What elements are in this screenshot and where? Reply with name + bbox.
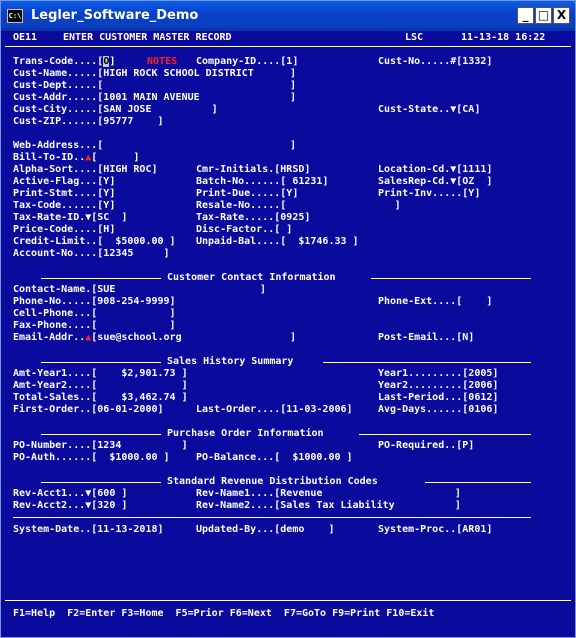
print-stmt-field[interactable]: Print-Stmt....[Y]	[13, 188, 115, 200]
rev-name1-field[interactable]: Rev-Name1....[Revenue ]	[196, 488, 461, 500]
revenue-section-title: Standard Revenue Distribution Codes	[167, 476, 378, 487]
amt-year2-field[interactable]: Amt-Year2....[ ]	[13, 380, 188, 392]
header-divider	[5, 46, 571, 47]
system-proc-field[interactable]: System-Proc..[AR01]	[378, 524, 492, 536]
active-flag-field[interactable]: Active-Flag...[Y]	[13, 176, 115, 188]
contact-section-title: Customer Contact Information	[167, 272, 336, 283]
phone-no-field[interactable]: Phone-No.....[908-254-9999]	[13, 296, 176, 308]
section-divider	[371, 278, 531, 279]
contact-name-field[interactable]: Contact-Name.[SUE ]	[13, 284, 266, 296]
section-divider	[323, 362, 531, 363]
user-code: LSC	[405, 32, 424, 43]
tax-code-field[interactable]: Tax-Code......[Y]	[13, 200, 115, 212]
po-required-field[interactable]: PO-Required..[P]	[378, 440, 474, 452]
rev-acct2-field[interactable]: Rev-Acct2...▼[320 ]	[13, 500, 127, 512]
po-auth-field[interactable]: PO-Auth......[ $1000.00 ]	[13, 452, 170, 464]
footer-divider	[5, 600, 571, 601]
account-no-field[interactable]: Account-No....[12345 ]	[13, 248, 170, 260]
function-key-bar[interactable]: F1=Help F2=Enter F3=Home F5=Prior F6=Nex…	[13, 608, 434, 620]
maximize-button[interactable]: □	[535, 7, 552, 24]
amt-year1-field[interactable]: Amt-Year1....[ $2,901.73 ]	[13, 368, 188, 380]
phone-ext-field[interactable]: Phone-Ext....[ ]	[378, 296, 492, 308]
section-divider	[359, 434, 531, 435]
last-period-field[interactable]: Last-Period...[0612]	[378, 392, 498, 404]
cust-no-field[interactable]: Cust-No.....#[1332]	[378, 56, 492, 68]
window-title: Legler_Software_Demo	[31, 8, 199, 23]
minimize-button[interactable]: _	[517, 7, 534, 24]
trans-code-row: Trans-Code....[O]	[13, 56, 115, 68]
location-cd-field[interactable]: Location-Cd.▼[1111]	[378, 164, 492, 176]
po-balance-field[interactable]: PO-Balance...[ $1000.00 ]	[196, 452, 353, 464]
first-order-field[interactable]: First-Order..[06-01-2000]	[13, 404, 164, 416]
web-address-field[interactable]: Web-Address...[ ]	[13, 140, 296, 152]
year1-field[interactable]: Year1.........[2005]	[378, 368, 498, 380]
section-divider	[41, 482, 161, 483]
close-button[interactable]: X	[553, 7, 570, 24]
credit-limit-field[interactable]: Credit-Limit..[ $5000.00 ]	[13, 236, 176, 248]
console-icon[interactable]: C:\	[7, 9, 23, 23]
disc-factor-field[interactable]: Disc-Factor..[ ]	[196, 224, 292, 236]
notes-indicator[interactable]: NOTES	[147, 56, 177, 68]
batch-no-field[interactable]: Batch-No......[ 61231]	[196, 176, 328, 188]
application-window: C:\ Legler_Software_Demo _ □ X OE11 ENTE…	[0, 0, 576, 638]
total-sales-field[interactable]: Total-Sales..[ $3,462.74 ]	[13, 392, 188, 404]
cust-city-field[interactable]: Cust-City.....[SAN JOSE ]	[13, 104, 218, 116]
terminal-screen[interactable]: OE11 ENTER CUSTOMER MASTER RECORD LSC 11…	[5, 31, 571, 633]
po-section-title: Purchase Order Information	[167, 428, 324, 439]
program-code: OE11	[13, 32, 38, 43]
resale-no-field[interactable]: Resale-No.....[ ]	[196, 200, 401, 212]
sales-section-title: Sales History Summary	[167, 356, 294, 367]
tax-rate-field[interactable]: Tax-Rate.....[0925]	[196, 212, 310, 224]
section-divider	[41, 362, 161, 363]
trans-code-bracket: ]	[109, 56, 116, 67]
cell-phone-field[interactable]: Cell-Phone...[ ]	[13, 308, 176, 320]
print-inv-field[interactable]: Print-Inv.....[Y]	[378, 188, 480, 200]
email-label: Email-Addr..	[13, 332, 86, 343]
avg-days-field[interactable]: Avg-Days......[0106]	[378, 404, 498, 416]
cust-zip-field[interactable]: Cust-ZIP......[95777 ]	[13, 116, 164, 128]
print-due-field[interactable]: Print-Due.....[Y]	[196, 188, 298, 200]
rev-name2-field[interactable]: Rev-Name2....[Sales Tax Liability ]	[196, 500, 461, 512]
rev-acct1-field[interactable]: Rev-Acct1...▼[600 ]	[13, 488, 127, 500]
cmr-initials-field[interactable]: Cmr-Initials.[HRSD]	[196, 164, 310, 176]
updated-by-field[interactable]: Updated-By...[demo ]	[196, 524, 334, 536]
section-divider	[425, 482, 531, 483]
unpaid-bal-field[interactable]: Unpaid-Bal....[ $1746.33 ]	[196, 236, 359, 248]
cust-name-field[interactable]: Cust-Name.....[HIGH ROCK SCHOOL DISTRICT…	[13, 68, 296, 80]
section-divider	[41, 278, 161, 279]
trans-code-label: Trans-Code....[	[13, 56, 104, 67]
date-time: 11-13-18 16:22	[461, 32, 546, 43]
company-id-field[interactable]: Company-ID....[1]	[196, 56, 298, 68]
fax-phone-field[interactable]: Fax-Phone....[ ]	[13, 320, 176, 332]
email-field[interactable]: [sue@school.org ]	[91, 332, 296, 343]
post-email-field[interactable]: Post-Email...[N]	[378, 332, 474, 344]
cust-dept-field[interactable]: Cust-Dept.....[ ]	[13, 80, 296, 92]
screen-title: ENTER CUSTOMER MASTER RECORD	[63, 32, 232, 43]
system-date-field[interactable]: System-Date..[11-13-2018]	[13, 524, 164, 536]
bill-to-field[interactable]: [ ]	[91, 152, 139, 163]
cust-state-field[interactable]: Cust-State..▼[CA]	[378, 104, 480, 116]
bill-to-label: Bill-To-ID..	[13, 152, 86, 163]
price-code-field[interactable]: Price-Code....[H]	[13, 224, 115, 236]
email-row: Email-Addr..▲[sue@school.org ]	[13, 332, 296, 344]
section-divider	[13, 517, 531, 518]
title-bar[interactable]: C:\ Legler_Software_Demo _ □ X	[1, 1, 575, 31]
po-number-field[interactable]: PO-Number....[1234 ]	[13, 440, 188, 452]
last-order-field[interactable]: Last-Order....[11-03-2006]	[196, 404, 353, 416]
alpha-sort-field[interactable]: Alpha-Sort....[HIGH ROC]	[13, 164, 158, 176]
year2-field[interactable]: Year2.........[2006]	[378, 380, 498, 392]
section-divider	[41, 434, 161, 435]
cust-addr-field[interactable]: Cust-Addr.....[1001 MAIN AVENUE ]	[13, 92, 296, 104]
tax-rate-id-field[interactable]: Tax-Rate-ID.▼[SC ]	[13, 212, 127, 224]
salesrep-cd-field[interactable]: SalesRep-Cd.▼[OZ ]	[378, 176, 492, 188]
bill-to-row: Bill-To-ID..▲[ ]	[13, 152, 139, 164]
